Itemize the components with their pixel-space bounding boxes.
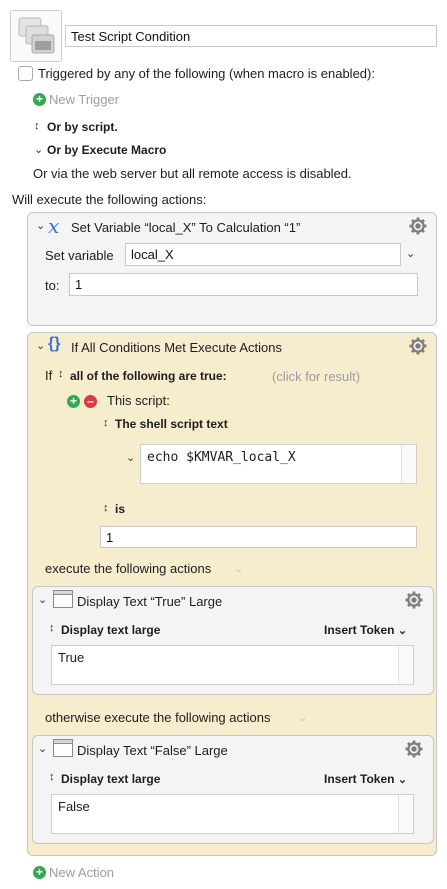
else-actions-label: otherwise execute the following actions — [45, 710, 271, 725]
new-trigger-add-icon[interactable]: + — [33, 93, 46, 106]
collapse-chevron-icon[interactable]: ⌄ — [38, 742, 47, 755]
variable-name-dropdown-icon[interactable]: ⌄ — [406, 247, 415, 260]
set-variable-label: Set variable — [45, 248, 114, 263]
collapse-chevron-icon[interactable]: ⌄ — [38, 593, 47, 606]
new-action-button[interactable]: New Action — [49, 865, 114, 880]
if-action-title[interactable]: If All Conditions Met Execute Actions — [71, 340, 282, 355]
insert-token-label: Insert Token — [324, 772, 395, 786]
display-false-action[interactable]: ⌄ Display Text “False” Large ↕ Display t… — [32, 735, 434, 844]
collapse-chevron-icon[interactable]: ⌄ — [36, 219, 45, 232]
gear-icon[interactable] — [409, 217, 427, 235]
is-label[interactable]: is — [115, 502, 125, 516]
script-type-updown-icon[interactable]: ↕ — [103, 417, 109, 429]
or-by-execute-macro-chevron-icon[interactable]: ⌄ — [34, 143, 43, 156]
chevron-down-icon: ⌄ — [397, 774, 408, 786]
actions-header: Will execute the following actions: — [12, 192, 207, 207]
display-true-text: True — [58, 650, 85, 665]
new-action-add-icon[interactable]: + — [33, 866, 46, 879]
display-mode-label[interactable]: Display text large — [61, 623, 160, 637]
collapse-chevron-icon[interactable]: ⌄ — [36, 339, 45, 352]
display-false-text: False — [58, 799, 90, 814]
condition-mode-label[interactable]: all of the following are true: — [70, 369, 227, 383]
gear-icon[interactable] — [405, 740, 423, 758]
braces-icon: {} — [48, 335, 61, 352]
if-action[interactable]: ⌄ {} If All Conditions Met Execute Actio… — [27, 332, 437, 856]
window-icon — [53, 739, 73, 757]
stacked-windows-icon — [18, 17, 55, 54]
new-trigger-button[interactable]: New Trigger — [49, 92, 119, 107]
this-script-label: This script: — [107, 393, 170, 408]
script-scrollbar[interactable] — [401, 445, 416, 483]
display-mode-updown-icon[interactable]: ↕ — [49, 771, 55, 783]
web-server-note: Or via the web server but all remote acc… — [33, 166, 352, 181]
or-by-execute-macro-label[interactable]: Or by Execute Macro — [47, 143, 166, 157]
variable-name-field[interactable]: local_X — [125, 243, 401, 266]
display-mode-updown-icon[interactable]: ↕ — [49, 622, 55, 634]
expected-value-field[interactable]: 1 — [100, 526, 417, 548]
display-false-title[interactable]: Display Text “False” Large — [77, 743, 228, 758]
or-by-script-label[interactable]: Or by script. — [47, 120, 118, 134]
italic-x-icon: x — [48, 214, 60, 238]
if-label: If — [45, 368, 53, 383]
insert-token-label: Insert Token — [324, 623, 395, 637]
display-true-text-area[interactable]: True — [51, 645, 414, 685]
to-label: to: — [45, 278, 60, 293]
then-actions-chevron-icon[interactable]: ⌄ — [234, 562, 243, 575]
click-for-result-link[interactable]: (click for result) — [272, 369, 360, 384]
script-options-chevron-icon[interactable]: ⌄ — [126, 451, 135, 464]
window-icon — [53, 590, 73, 608]
shell-script-text: echo $KMVAR_local_X — [147, 450, 296, 465]
display-mode-label[interactable]: Display text large — [61, 772, 160, 786]
set-variable-action[interactable]: ⌄ x Set Variable “local_X” To Calculatio… — [27, 212, 437, 326]
shell-script-editor[interactable]: echo $KMVAR_local_X — [140, 444, 417, 484]
display-false-text-area[interactable]: False — [51, 794, 414, 834]
chevron-down-icon: ⌄ — [397, 625, 408, 637]
add-condition-icon[interactable]: + — [67, 395, 80, 408]
gear-icon[interactable] — [405, 591, 423, 609]
gear-icon[interactable] — [409, 337, 427, 355]
macro-icon[interactable] — [10, 10, 62, 62]
text-scrollbar[interactable] — [398, 646, 413, 684]
set-variable-title[interactable]: Set Variable “local_X” To Calculation “1… — [71, 220, 300, 235]
trigger-checkbox-label: Triggered by any of the following (when … — [38, 66, 375, 81]
display-true-action[interactable]: ⌄ Display Text “True” Large ↕ Display te… — [32, 586, 434, 695]
trigger-checkbox[interactable] — [18, 66, 33, 81]
macro-name-field[interactable]: Test Script Condition — [65, 25, 437, 47]
to-value-field[interactable]: 1 — [69, 273, 418, 296]
display-true-title[interactable]: Display Text “True” Large — [77, 594, 222, 609]
or-by-script-updown-icon[interactable]: ↕ — [34, 120, 40, 132]
else-actions-chevron-icon[interactable]: ⌄ — [298, 711, 307, 724]
condition-mode-updown-icon[interactable]: ↕ — [58, 368, 64, 380]
insert-token-button[interactable]: Insert Token ⌄ — [324, 772, 407, 786]
remove-condition-icon[interactable]: – — [84, 395, 97, 408]
text-scrollbar[interactable] — [398, 795, 413, 833]
comparison-updown-icon[interactable]: ↕ — [103, 502, 109, 514]
shell-script-label[interactable]: The shell script text — [115, 417, 228, 431]
insert-token-button[interactable]: Insert Token ⌄ — [324, 623, 407, 637]
then-actions-label: execute the following actions — [45, 561, 212, 576]
